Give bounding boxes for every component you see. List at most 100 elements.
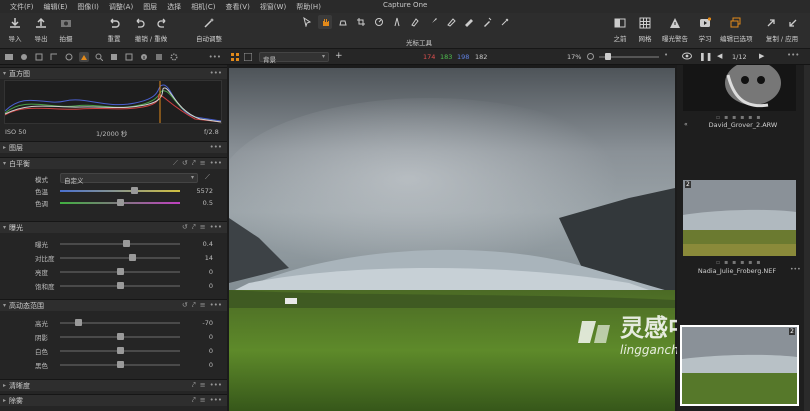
- copy-icon[interactable]: ⤤: [192, 301, 196, 310]
- more-icon[interactable]: •••: [210, 223, 222, 232]
- menu-adjust[interactable]: 调整(A): [105, 2, 137, 12]
- more-icon[interactable]: •••: [210, 69, 222, 77]
- exposure-slider-slider-knob[interactable]: [117, 282, 124, 289]
- more-icon[interactable]: •••: [210, 159, 222, 168]
- copy-icon[interactable]: ⤤: [192, 159, 196, 168]
- reset-icon[interactable]: ↺: [182, 223, 188, 232]
- color-tab-icon[interactable]: [64, 52, 74, 62]
- gradient-mask-icon[interactable]: [462, 15, 476, 29]
- pause-icon[interactable]: ❚❚: [699, 52, 712, 61]
- copy-icon[interactable]: ⤤: [192, 223, 196, 232]
- zoom-slider-knob[interactable]: [605, 53, 611, 60]
- eye-icon[interactable]: [682, 52, 692, 60]
- hdr-slider-value[interactable]: 0: [209, 361, 213, 369]
- wb-tint-value[interactable]: 0.5: [203, 199, 213, 207]
- exposure-slider-slider-knob[interactable]: [117, 268, 124, 275]
- menu-icon[interactable]: ≡: [200, 223, 206, 232]
- brush-icon[interactable]: [426, 15, 440, 29]
- exposure-slider-value[interactable]: 14: [205, 254, 213, 262]
- adjustments-tab-icon[interactable]: [124, 52, 134, 62]
- lens-tab-icon[interactable]: [34, 52, 44, 62]
- wb-temp-slider-knob[interactable]: [131, 187, 139, 194]
- crop-icon[interactable]: [354, 15, 368, 29]
- edit-options-button[interactable]: 编辑已选项: [720, 16, 753, 43]
- import-button[interactable]: 导入: [8, 16, 22, 43]
- zoom-icon[interactable]: [587, 53, 594, 60]
- more-icon[interactable]: •••: [210, 381, 222, 390]
- loupe-icon[interactable]: [336, 15, 350, 29]
- more-icon[interactable]: •••: [210, 396, 222, 405]
- exposure-header[interactable]: ▾ 曝光 ↺ ⤤ ≡ •••: [0, 221, 227, 233]
- exposure-slider-slider-knob[interactable]: [123, 240, 130, 247]
- composition-tab-icon[interactable]: [49, 52, 59, 62]
- eraser-icon[interactable]: [444, 15, 458, 29]
- thumbnail-2[interactable]: 2: [683, 180, 796, 256]
- more-icon[interactable]: •••: [209, 53, 221, 61]
- output-tab-icon[interactable]: [154, 52, 164, 62]
- layers-header[interactable]: ▸ 图层 •••: [0, 141, 227, 153]
- exposure-slider-slider-track[interactable]: [60, 243, 180, 245]
- reset-button[interactable]: 重置: [107, 16, 121, 43]
- spot-removal-icon[interactable]: [408, 15, 422, 29]
- menu-edit[interactable]: 编辑(E): [40, 2, 72, 12]
- next-icon[interactable]: ▶: [759, 52, 764, 60]
- more-icon[interactable]: •: [664, 51, 668, 59]
- exposure-slider-slider-track[interactable]: [60, 257, 180, 259]
- thumbnail-1[interactable]: [683, 65, 796, 111]
- eyedropper-icon[interactable]: ⟋: [205, 173, 210, 182]
- clarity-header[interactable]: ▸ 清晰度 ⤤ ≡ •••: [0, 379, 227, 391]
- capture-tab-icon[interactable]: [19, 52, 29, 62]
- menu-icon[interactable]: ≡: [200, 301, 206, 310]
- picker-icon[interactable]: [480, 15, 494, 29]
- reset-icon[interactable]: ↺: [182, 159, 188, 168]
- exposure-slider-slider-knob[interactable]: [129, 254, 136, 261]
- export-button[interactable]: 导出: [34, 16, 48, 43]
- copy-apply-button[interactable]: 复制 / 应用: [764, 16, 800, 43]
- menu-icon[interactable]: ≡: [200, 396, 206, 405]
- menu-view[interactable]: 查看(V): [222, 2, 254, 12]
- main-photo-viewer[interactable]: 灵感中国 lingganchina.com: [229, 68, 726, 411]
- undo-redo-button[interactable]: 撤销 / 重做: [133, 16, 169, 43]
- settings-gear-icon[interactable]: [169, 52, 179, 62]
- menu-icon[interactable]: ≡: [200, 159, 206, 168]
- hdr-slider-value[interactable]: 0: [209, 347, 213, 355]
- menu-camera[interactable]: 相机(C): [187, 2, 219, 12]
- wb-tint-slider-knob[interactable]: [117, 199, 124, 206]
- white-balance-header[interactable]: ▾ 白平衡 ⟋ ↺ ⤤ ≡ •••: [0, 157, 227, 169]
- copy-icon[interactable]: ⤤: [192, 381, 196, 390]
- more-icon[interactable]: •••: [790, 266, 801, 273]
- more-icon[interactable]: •••: [787, 51, 799, 59]
- capture-button[interactable]: 拍摄: [59, 16, 73, 43]
- hdr-slider-slider-knob[interactable]: [75, 319, 82, 326]
- auto-adjust-button[interactable]: 自动调整: [196, 16, 222, 43]
- rating-dots[interactable]: ▫▪▪▪▪▪: [716, 114, 764, 121]
- exposure-warning-button[interactable]: 曝光警告: [662, 16, 688, 43]
- background-select[interactable]: 背景 ▾: [259, 52, 329, 64]
- exposure-slider-value[interactable]: 0: [209, 282, 213, 290]
- picker-icon[interactable]: ⟋: [173, 159, 178, 168]
- copy-icon[interactable]: ⤤: [192, 396, 196, 405]
- reset-icon[interactable]: ↺: [182, 301, 188, 310]
- exposure-slider-value[interactable]: 0: [209, 268, 213, 276]
- hdr-slider-value[interactable]: 0: [209, 333, 213, 341]
- select-cursor-icon[interactable]: [300, 15, 314, 29]
- keystone-icon[interactable]: [390, 15, 404, 29]
- library-tab-icon[interactable]: [4, 52, 14, 62]
- hdr-slider-value[interactable]: -70: [202, 319, 213, 327]
- before-button[interactable]: 之前: [613, 16, 627, 43]
- hdr-slider-slider-knob[interactable]: [117, 333, 124, 340]
- menu-help[interactable]: 帮助(H): [292, 2, 325, 12]
- menu-file[interactable]: 文件(F): [6, 2, 38, 12]
- annotate-icon[interactable]: [498, 15, 512, 29]
- menu-select[interactable]: 选择: [163, 2, 185, 12]
- menu-image[interactable]: 图像(I): [73, 2, 103, 12]
- menu-icon[interactable]: ≡: [200, 381, 206, 390]
- exposure-tab-icon[interactable]: [79, 51, 89, 62]
- more-icon[interactable]: •••: [210, 301, 222, 310]
- grid-view-icon[interactable]: [231, 53, 239, 61]
- menu-window[interactable]: 视窗(W): [256, 2, 290, 12]
- add-icon[interactable]: +: [335, 51, 343, 61]
- exposure-slider-value[interactable]: 0.4: [203, 240, 213, 248]
- menu-layers[interactable]: 图层: [139, 2, 161, 12]
- pan-hand-icon[interactable]: [318, 15, 332, 29]
